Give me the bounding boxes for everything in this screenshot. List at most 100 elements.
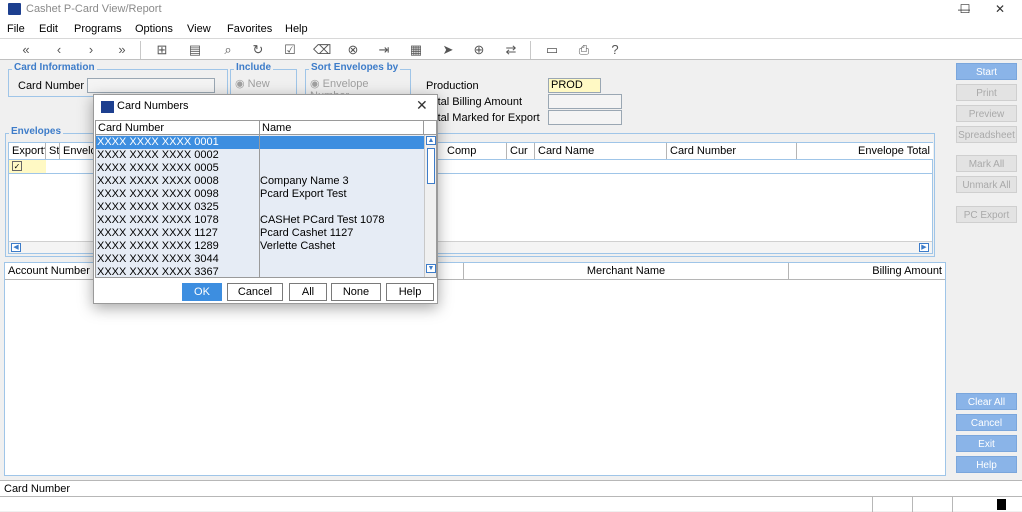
sort-group: Sort Envelopes by ◉ Envelope Number [305,62,411,102]
list-item-name: Verlette Cashet [260,240,336,252]
col-card-name[interactable]: Card Name [535,143,667,159]
col-export[interactable]: Export? [9,143,46,159]
list-item[interactable]: XXXX XXXX XXXX 0008 Company Name 3 [96,175,424,188]
refresh-icon[interactable]: ↻ [250,42,266,58]
list-col-card-number[interactable]: Card Number [96,121,260,135]
mark-all-button[interactable]: Mark All [956,155,1017,172]
eraser-icon[interactable]: ⌫ [313,42,331,58]
list-item-card-number: XXXX XXXX XXXX 0005 [97,162,219,174]
card-number-list[interactable]: Card Number Name XXXX XXXX XXXX 0001 XXXX… [95,120,437,278]
col-merchant-name[interactable]: Merchant Name [464,263,789,279]
note-icon[interactable]: ▭ [544,42,560,58]
scroll-right-icon[interactable]: ▶ [919,243,929,252]
list-item-card-number: XXXX XXXX XXXX 0008 [97,175,219,187]
col-billing-amount[interactable]: Billing Amount [789,263,945,279]
card-number-label: Card Number [18,80,85,92]
export-checkbox[interactable]: ✓ [12,161,22,171]
close-button[interactable]: ✕ [978,0,1022,20]
help-button[interactable]: Help [956,456,1017,473]
col-comp[interactable]: Comp [444,143,507,159]
dialog-cancel-button[interactable]: Cancel [227,283,283,301]
delete-icon[interactable]: ▤ [187,42,203,58]
menu-edit[interactable]: Edit [39,23,58,35]
col-envelope-total[interactable]: Envelope Total [797,143,933,159]
menu-view[interactable]: View [187,23,211,35]
last-record-icon[interactable]: » [114,42,130,58]
zoom-icon[interactable]: ⊕ [471,42,487,58]
swap-icon[interactable]: ⇄ [503,42,519,58]
caps-indicator [997,499,1006,510]
list-item[interactable]: XXXX XXXX XXXX 0001 [96,136,424,149]
scroll-left-icon[interactable]: ◀ [11,243,21,252]
scroll-thumb[interactable] [427,148,435,184]
col-st[interactable]: St [46,143,60,159]
menu-programs[interactable]: Programs [74,23,122,35]
list-item[interactable]: XXXX XXXX XXXX 0002 [96,149,424,162]
none-button[interactable]: None [331,283,381,301]
list-item-name: Pcard Cashet 1127 [260,227,354,239]
list-item-card-number: XXXX XXXX XXXX 3367 [97,266,219,278]
app-icon [8,3,21,15]
search-icon[interactable]: ⌕ [220,42,236,58]
card-numbers-dialog: Card Numbers ✕ Card Number Name XXXX XXX… [93,94,438,304]
next-record-icon[interactable]: › [83,42,99,58]
list-item-name: CASHet PCard Test 1078 [260,214,385,226]
pointer-icon[interactable]: ➤ [440,42,456,58]
card-number-input[interactable] [87,78,215,93]
exit-icon[interactable]: ⇥ [376,42,392,58]
list-item-card-number: XXXX XXXX XXXX 0325 [97,201,219,213]
list-item-name: Pcard Export Test [260,188,347,200]
menu-bar: File Edit Programs Options View Favorite… [0,20,1022,38]
pc-export-button[interactable]: PC Export [956,206,1017,223]
help-icon[interactable]: ? [607,42,623,58]
include-new-radio[interactable]: ◉ New [235,77,270,90]
print-button[interactable]: Print [956,84,1017,101]
preview-button[interactable]: Preview [956,105,1017,122]
add-icon[interactable]: ⊞ [154,42,170,58]
list-item[interactable]: XXXX XXXX XXXX 1127 Pcard Cashet 1127 [96,227,424,240]
dialog-help-button[interactable]: Help [386,283,434,301]
toolbar: « ‹ › » ⊞ ▤ ⌕ ↻ ☑ ⌫ ⊗ ⇥ ▦ ➤ ⊕ ⇄ ▭ ⎙ ? [0,38,1022,60]
start-button[interactable]: Start [956,63,1017,80]
checkbox-icon[interactable]: ☑ [282,42,298,58]
list-item[interactable]: XXXX XXXX XXXX 1289 Verlette Cashet [96,240,424,253]
first-record-icon[interactable]: « [18,42,34,58]
list-item[interactable]: XXXX XXXX XXXX 1078 CASHet PCard Test 107… [96,214,424,227]
export-cell[interactable]: ✓ [9,160,46,173]
keyboard-icon[interactable]: ▦ [408,42,424,58]
list-item[interactable]: XXXX XXXX XXXX 0325 [96,201,424,214]
cancel-button[interactable]: Cancel [956,414,1017,431]
scroll-down-icon[interactable]: ▼ [426,264,436,273]
menu-options[interactable]: Options [135,23,173,35]
menu-file[interactable]: File [7,23,25,35]
scroll-up-icon[interactable]: ▲ [426,136,436,145]
list-item[interactable]: XXXX XXXX XXXX 3367 [96,266,424,278]
previous-record-icon[interactable]: ‹ [51,42,67,58]
envelopes-legend: Envelopes [9,126,64,137]
col-card-number[interactable]: Card Number [667,143,797,159]
window-title: Cashet P-Card View/Report [26,3,162,15]
status-label: Card Number [0,480,1022,496]
total-marked-label: Total Marked for Export [426,112,540,124]
production-field[interactable]: PROD [548,78,601,93]
list-item[interactable]: XXXX XXXX XXXX 0098 Pcard Export Test [96,188,424,201]
cancel-circle-icon[interactable]: ⊗ [345,42,361,58]
list-vscroll[interactable]: ▲ ▼ [424,135,436,277]
menu-favorites[interactable]: Favorites [227,23,272,35]
clear-all-button[interactable]: Clear All [956,393,1017,410]
dialog-close-icon[interactable]: ✕ [416,97,428,114]
list-item-card-number: XXXX XXXX XXXX 0098 [97,188,219,200]
col-cur[interactable]: Cur [507,143,535,159]
spreadsheet-button[interactable]: Spreadsheet [956,126,1017,143]
exit-button[interactable]: Exit [956,435,1017,452]
all-button[interactable]: All [289,283,327,301]
unmark-all-button[interactable]: Unmark All [956,176,1017,193]
list-item-card-number: XXXX XXXX XXXX 1078 [97,214,219,226]
printer-icon[interactable]: ⎙ [576,42,592,58]
list-item[interactable]: XXXX XXXX XXXX 3044 [96,253,424,266]
list-item[interactable]: XXXX XXXX XXXX 0005 [96,162,424,175]
menu-help[interactable]: Help [285,23,308,35]
list-col-name[interactable]: Name [260,121,424,135]
ok-button[interactable]: OK [182,283,222,301]
include-new-label: New [247,78,270,90]
